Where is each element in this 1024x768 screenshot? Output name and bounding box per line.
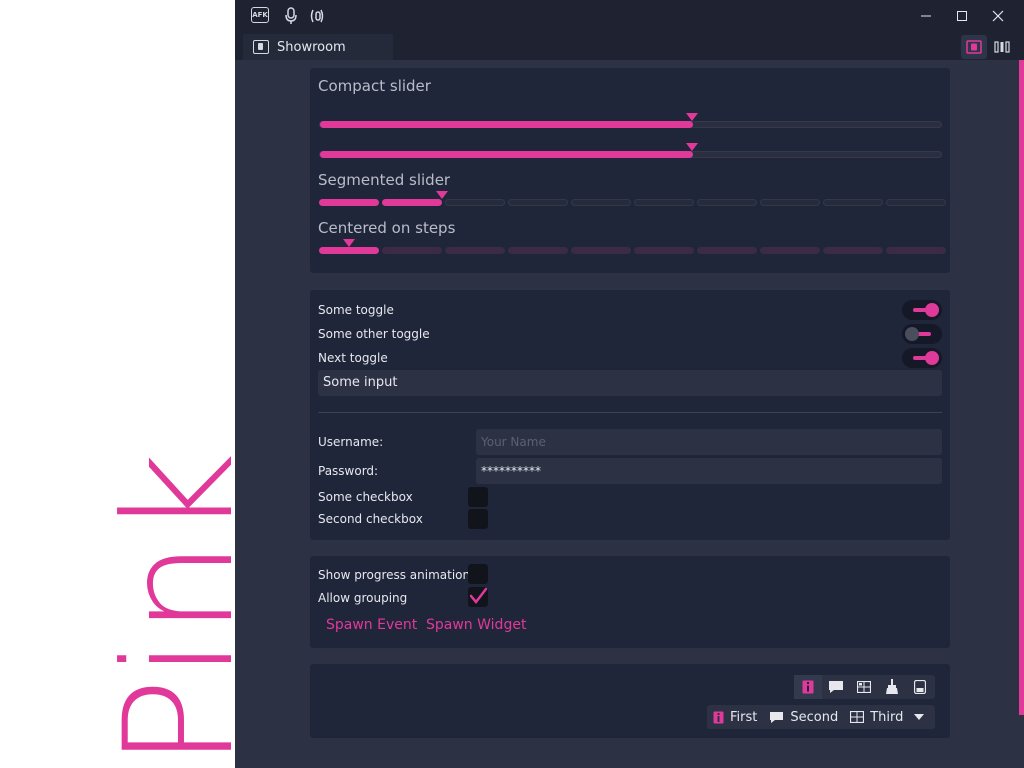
checkbox-1[interactable] xyxy=(468,487,488,507)
segment xyxy=(382,199,442,206)
toggle-1[interactable] xyxy=(902,300,942,320)
microphone-icon[interactable] xyxy=(281,6,301,26)
username-field[interactable]: Your Name xyxy=(476,429,942,455)
options-panel: Show progress animation Allow grouping S… xyxy=(310,556,950,648)
toggle-2[interactable] xyxy=(902,324,942,344)
checkbox-2-label: Second checkbox xyxy=(318,512,423,526)
password-label: Password: xyxy=(318,464,379,478)
segment xyxy=(760,199,820,206)
segmented-slider-thumb[interactable] xyxy=(436,191,448,199)
form-panel: Some toggle Some other toggle Next toggl… xyxy=(310,290,950,540)
toolbar-panel: First Second Third xyxy=(310,664,950,738)
afk-icon[interactable]: AFK xyxy=(251,7,269,23)
toggle-2-label: Some other toggle xyxy=(318,327,430,341)
compact-slider-1-thumb[interactable] xyxy=(686,113,698,121)
chevron-down-icon[interactable] xyxy=(909,705,929,729)
toggle-1-label: Some toggle xyxy=(318,303,394,317)
maximize-button[interactable] xyxy=(945,0,979,32)
segment xyxy=(445,247,505,254)
progress-animation-label: Show progress animation xyxy=(318,568,471,582)
segment xyxy=(319,247,379,254)
combo-item-third[interactable]: Third xyxy=(844,705,909,729)
compact-slider-1[interactable] xyxy=(319,121,942,128)
segment xyxy=(886,247,946,254)
segmented-slider-heading: Segmented slider xyxy=(318,171,451,189)
toggle-3-label: Next toggle xyxy=(318,351,388,365)
speaker-icon[interactable] xyxy=(307,6,327,26)
titlebar: AFK xyxy=(235,0,1024,32)
close-button[interactable] xyxy=(981,0,1015,32)
compact-slider-2-fill xyxy=(320,151,693,158)
divider xyxy=(318,412,942,413)
icon-toolbar xyxy=(794,675,935,699)
segment xyxy=(319,199,379,206)
compact-slider-2[interactable] xyxy=(319,151,942,158)
layout-multi-button[interactable] xyxy=(989,35,1015,59)
app-window: AFK Showroom Compact slider Segmented sl… xyxy=(235,0,1024,768)
combo-second-label: Second xyxy=(790,709,839,725)
progress-animation-checkbox[interactable] xyxy=(468,564,488,584)
spawn-event-button[interactable]: Spawn Event xyxy=(326,617,417,633)
centered-slider-thumb[interactable] xyxy=(343,239,355,247)
some-input[interactable]: Some input xyxy=(318,370,942,396)
tablet-icon[interactable] xyxy=(906,675,934,699)
segment xyxy=(571,199,631,206)
layout-icon xyxy=(850,711,865,723)
compact-slider-heading: Compact slider xyxy=(318,77,431,95)
tabbar: Showroom xyxy=(235,32,1024,60)
segmented-slider[interactable] xyxy=(319,199,946,206)
checkbox-1-label: Some checkbox xyxy=(318,490,413,504)
spawn-widget-button[interactable]: Spawn Widget xyxy=(426,617,526,633)
segment xyxy=(571,247,631,254)
allow-grouping-checkbox[interactable] xyxy=(468,587,488,607)
toggle-3[interactable] xyxy=(902,348,942,368)
compact-slider-1-fill xyxy=(320,121,693,128)
segment xyxy=(823,247,883,254)
username-label: Username: xyxy=(318,435,384,449)
segment xyxy=(634,247,694,254)
allow-grouping-label: Allow grouping xyxy=(318,591,408,605)
combo-item-first[interactable]: First xyxy=(707,705,763,729)
scrollbar[interactable] xyxy=(1019,60,1024,715)
showroom-icon xyxy=(253,40,269,54)
segment xyxy=(508,199,568,206)
segment xyxy=(697,199,757,206)
combo-third-label: Third xyxy=(870,709,904,725)
layout-icon[interactable] xyxy=(850,675,878,699)
segment xyxy=(697,247,757,254)
password-field[interactable]: ********** xyxy=(476,458,942,484)
side-label-text: Pink xyxy=(93,449,235,768)
segment xyxy=(382,247,442,254)
segment xyxy=(886,199,946,206)
afk-label: AFK xyxy=(252,11,268,19)
info-icon[interactable] xyxy=(794,675,822,699)
centered-slider-heading: Centered on steps xyxy=(318,219,456,237)
checkbox-2[interactable] xyxy=(468,509,488,529)
segment xyxy=(823,199,883,206)
chat-icon[interactable] xyxy=(822,675,850,699)
brush-icon[interactable] xyxy=(878,675,906,699)
tab-showroom-label: Showroom xyxy=(277,39,346,55)
centered-slider[interactable] xyxy=(319,247,946,254)
tab-showroom[interactable]: Showroom xyxy=(243,34,393,60)
combo-first-label: First xyxy=(730,709,758,725)
segment xyxy=(634,199,694,206)
check-icon xyxy=(469,587,488,604)
side-label-pink: Pink xyxy=(0,0,235,768)
compact-slider-2-thumb[interactable] xyxy=(686,143,698,151)
sliders-panel: Compact slider Segmented slider Centered… xyxy=(310,68,950,273)
segment xyxy=(508,247,568,254)
segment xyxy=(445,199,505,206)
minimize-button[interactable] xyxy=(909,0,943,32)
layout-single-button[interactable] xyxy=(961,35,987,59)
info-icon xyxy=(713,711,724,723)
segment xyxy=(760,247,820,254)
combo-item-second[interactable]: Second xyxy=(763,705,844,729)
chat-icon xyxy=(770,711,784,723)
combo-toolbar: First Second Third xyxy=(707,705,935,729)
